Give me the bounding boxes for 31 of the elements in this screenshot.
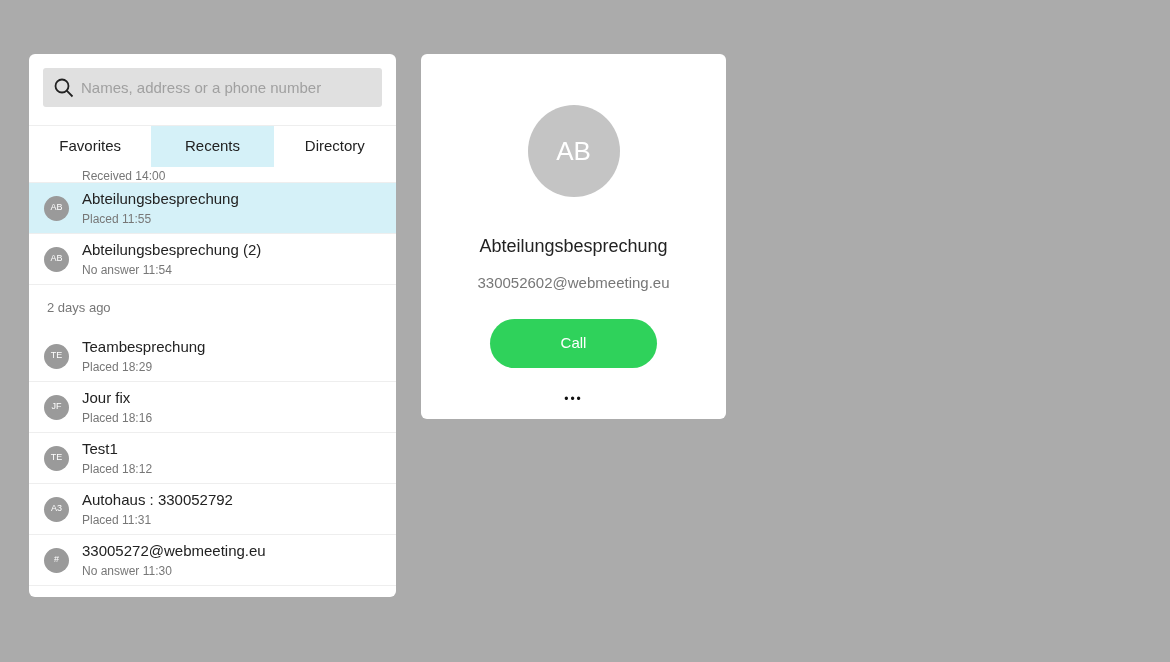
call-name: 33005272@webmeeting.eu	[82, 541, 266, 561]
call-detail: Placed 18:12	[82, 461, 153, 477]
avatar: #	[44, 547, 69, 573]
call-name: Jour fix	[82, 388, 132, 408]
avatar: AB	[44, 246, 69, 272]
call-detail: No answer 11:30	[82, 563, 173, 579]
call-name: Abteilungsbesprechung	[82, 189, 239, 209]
avatar: TE	[44, 445, 69, 471]
call-detail: Placed 11:31	[82, 512, 153, 528]
avatar: A3	[44, 496, 69, 522]
call-detail: Placed 18:29	[82, 359, 154, 375]
avatar: AB	[527, 105, 620, 197]
avatar: TE	[44, 343, 69, 369]
call-name: Test1	[82, 439, 119, 459]
contact-name: Abteilungsbesprechung	[479, 235, 668, 258]
more-button[interactable]: •••	[564, 389, 583, 408]
avatar: AB	[44, 195, 69, 221]
avatar: JF	[44, 394, 69, 420]
call-detail: Placed 18:16	[82, 410, 153, 426]
tab[interactable]: Recents	[151, 126, 274, 167]
call-detail: Placed 11:55	[82, 211, 153, 227]
call-detail: No answer 11:54	[82, 262, 173, 278]
call-name: Autohaus : 330052792	[82, 490, 233, 510]
search-icon	[54, 78, 74, 98]
call-name: Teambesprechung	[82, 337, 206, 357]
call-name: Abteilungsbesprechung (2)	[82, 240, 262, 260]
recent-call-row[interactable]: AB Abteilungsbesprechung Placed 11:55	[29, 183, 396, 234]
search-field[interactable]: Names, address or a phone number	[43, 68, 382, 107]
section-header: 2 days ago	[47, 299, 111, 318]
contact-address: 330052602@webmeeting.eu	[477, 273, 670, 293]
call-detail: Received 14:00	[82, 167, 166, 184]
